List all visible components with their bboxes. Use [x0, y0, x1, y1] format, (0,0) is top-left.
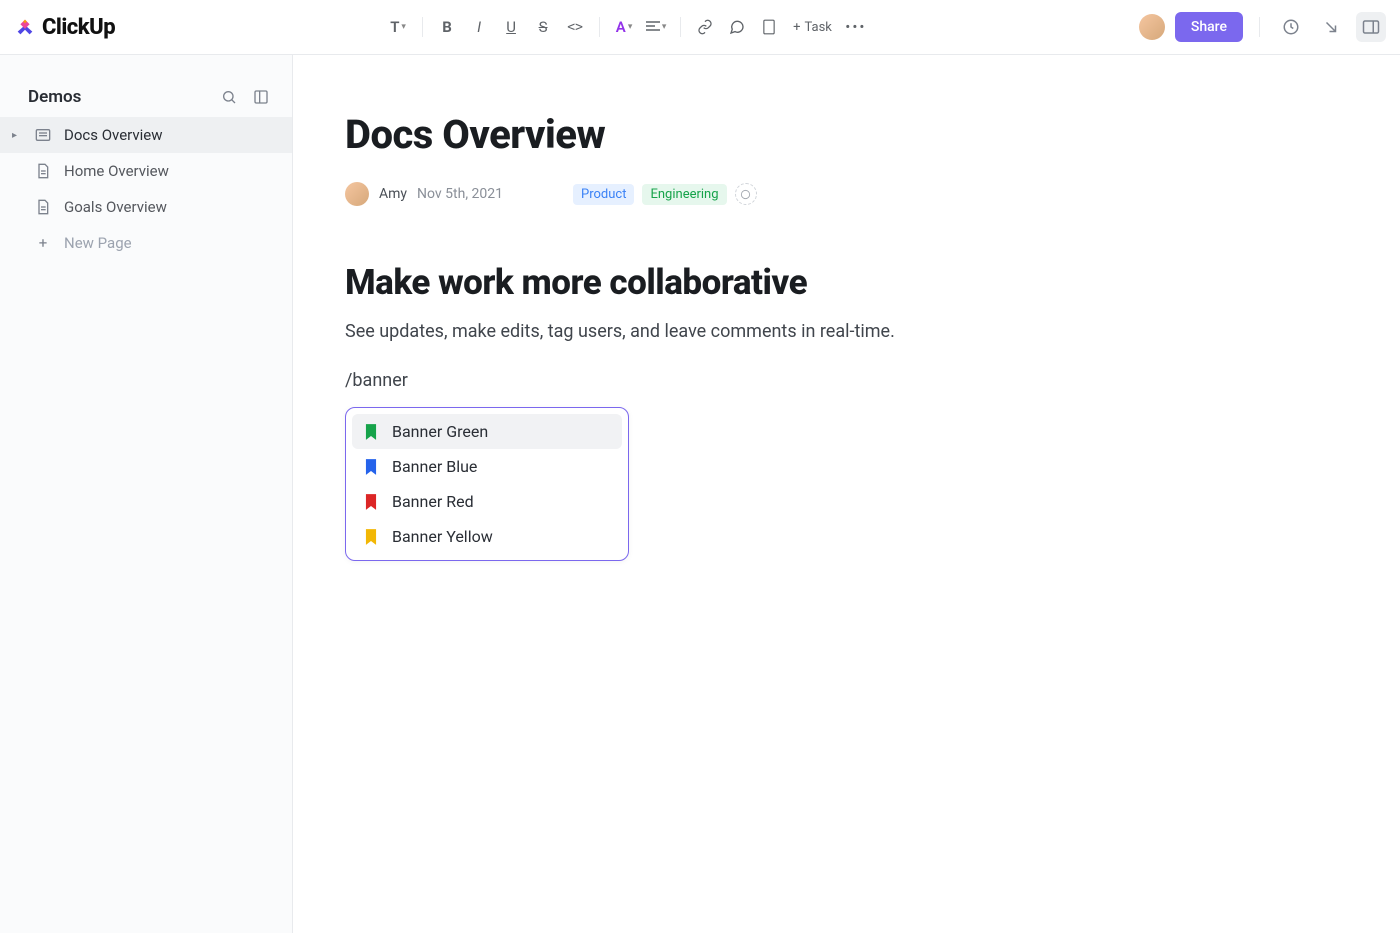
toolbar-right: Share	[1139, 12, 1386, 42]
page-meta: Amy Nov 5th, 2021 Product Engineering	[345, 182, 1380, 206]
doc-icon	[34, 162, 52, 180]
clock-icon	[1282, 18, 1300, 36]
page-icon	[762, 19, 776, 35]
slash-command-menu: Banner Green Banner Blue Banner Red Banner …	[345, 407, 629, 561]
text-style-button[interactable]: T▾	[384, 13, 412, 41]
menu-item[interactable]: Banner Red	[352, 484, 622, 519]
search-icon	[221, 89, 237, 105]
tag[interactable]: Engineering	[642, 184, 726, 205]
more-icon: •••	[845, 18, 866, 36]
sidebar-collapse-icon	[253, 89, 269, 105]
more-button[interactable]: •••	[842, 13, 870, 41]
bookmark-icon	[364, 493, 378, 511]
sidebar-item[interactable]: Goals Overview	[0, 189, 292, 225]
search-button[interactable]	[218, 86, 240, 108]
tag-list: Product Engineering	[573, 183, 757, 205]
panel-toggle-button[interactable]	[1356, 12, 1386, 42]
comment-button[interactable]	[723, 13, 751, 41]
author-name: Amy	[379, 186, 407, 202]
page-date: Nov 5th, 2021	[417, 186, 503, 202]
chevron-down-icon: ▾	[628, 22, 633, 32]
separator	[680, 17, 681, 37]
doc-icon	[34, 126, 52, 144]
collapse-sidebar-button[interactable]	[250, 86, 272, 108]
menu-item-label: Banner Yellow	[392, 527, 493, 546]
link-button[interactable]	[691, 13, 719, 41]
new-page-label: New Page	[64, 234, 132, 252]
separator	[599, 17, 600, 37]
menu-item-label: Banner Blue	[392, 457, 477, 476]
sidebar-item[interactable]: Home Overview	[0, 153, 292, 189]
brand-logo[interactable]: ClickUp	[14, 15, 115, 40]
plus-icon: +	[793, 20, 800, 35]
brand-name: ClickUp	[42, 15, 115, 40]
tag[interactable]: Product	[573, 184, 634, 205]
share-button[interactable]: Share	[1175, 12, 1243, 42]
panel-icon	[1362, 19, 1380, 35]
align-button[interactable]: ▾	[642, 13, 670, 41]
bookmark-icon	[364, 423, 378, 441]
author-avatar[interactable]	[345, 182, 369, 206]
page-button[interactable]	[755, 13, 783, 41]
menu-item-label: Banner Green	[392, 422, 488, 441]
plus-icon: +	[34, 234, 52, 252]
menu-item[interactable]: Banner Blue	[352, 449, 622, 484]
chevron-down-icon: ▾	[662, 22, 667, 32]
sidebar-item-label: Home Overview	[64, 162, 169, 180]
separator	[1259, 17, 1260, 37]
sidebar-header: Demos	[0, 77, 292, 117]
code-icon: <>	[567, 20, 583, 35]
arrow-down-right-icon	[1322, 18, 1340, 36]
new-page-button[interactable]: + New Page	[0, 225, 292, 261]
toolbar-center: T▾ B I U S <> A▾ ▾ +Task •••	[115, 13, 1139, 41]
code-button[interactable]: <>	[561, 13, 589, 41]
italic-button[interactable]: I	[465, 13, 493, 41]
bold-button[interactable]: B	[433, 13, 461, 41]
separator	[422, 17, 423, 37]
menu-item[interactable]: Banner Yellow	[352, 519, 622, 554]
menu-item-label: Banner Red	[392, 492, 474, 511]
add-task-button[interactable]: +Task	[787, 13, 838, 41]
strikethrough-button[interactable]: S	[529, 13, 557, 41]
chevron-right-icon: ▸	[12, 130, 22, 141]
menu-item[interactable]: Banner Green	[352, 414, 622, 449]
sidebar-item-label: Goals Overview	[64, 198, 167, 216]
add-tag-button[interactable]	[735, 183, 757, 205]
bookmark-icon	[364, 528, 378, 546]
doc-icon	[34, 198, 52, 216]
slash-command-input[interactable]: /banner	[345, 370, 1380, 391]
sidebar-item[interactable]: ▸ Docs Overview	[0, 117, 292, 153]
top-toolbar: ClickUp T▾ B I U S <> A▾ ▾ +Task ••• Sha…	[0, 0, 1400, 55]
document-content: Docs Overview Amy Nov 5th, 2021 Product E…	[293, 55, 1400, 933]
text-color-button[interactable]: A▾	[610, 13, 638, 41]
sidebar-item-label: Docs Overview	[64, 126, 163, 144]
section-paragraph[interactable]: See updates, make edits, tag users, and …	[345, 321, 1380, 342]
user-avatar[interactable]	[1139, 14, 1165, 40]
clickup-logo-icon	[14, 16, 36, 38]
sidebar-title: Demos	[28, 87, 81, 107]
comment-icon	[729, 19, 745, 35]
section-heading[interactable]: Make work more collaborative	[345, 262, 1380, 303]
history-button[interactable]	[1276, 12, 1306, 42]
page-title[interactable]: Docs Overview	[345, 111, 1380, 158]
tag-icon	[740, 189, 751, 200]
sidebar: Demos ▸ Docs Overview Home Overview Goals O…	[0, 55, 293, 933]
align-icon	[646, 21, 660, 33]
bookmark-icon	[364, 458, 378, 476]
chevron-down-icon: ▾	[401, 22, 406, 32]
underline-button[interactable]: U	[497, 13, 525, 41]
link-icon	[697, 19, 713, 35]
export-button[interactable]	[1316, 12, 1346, 42]
